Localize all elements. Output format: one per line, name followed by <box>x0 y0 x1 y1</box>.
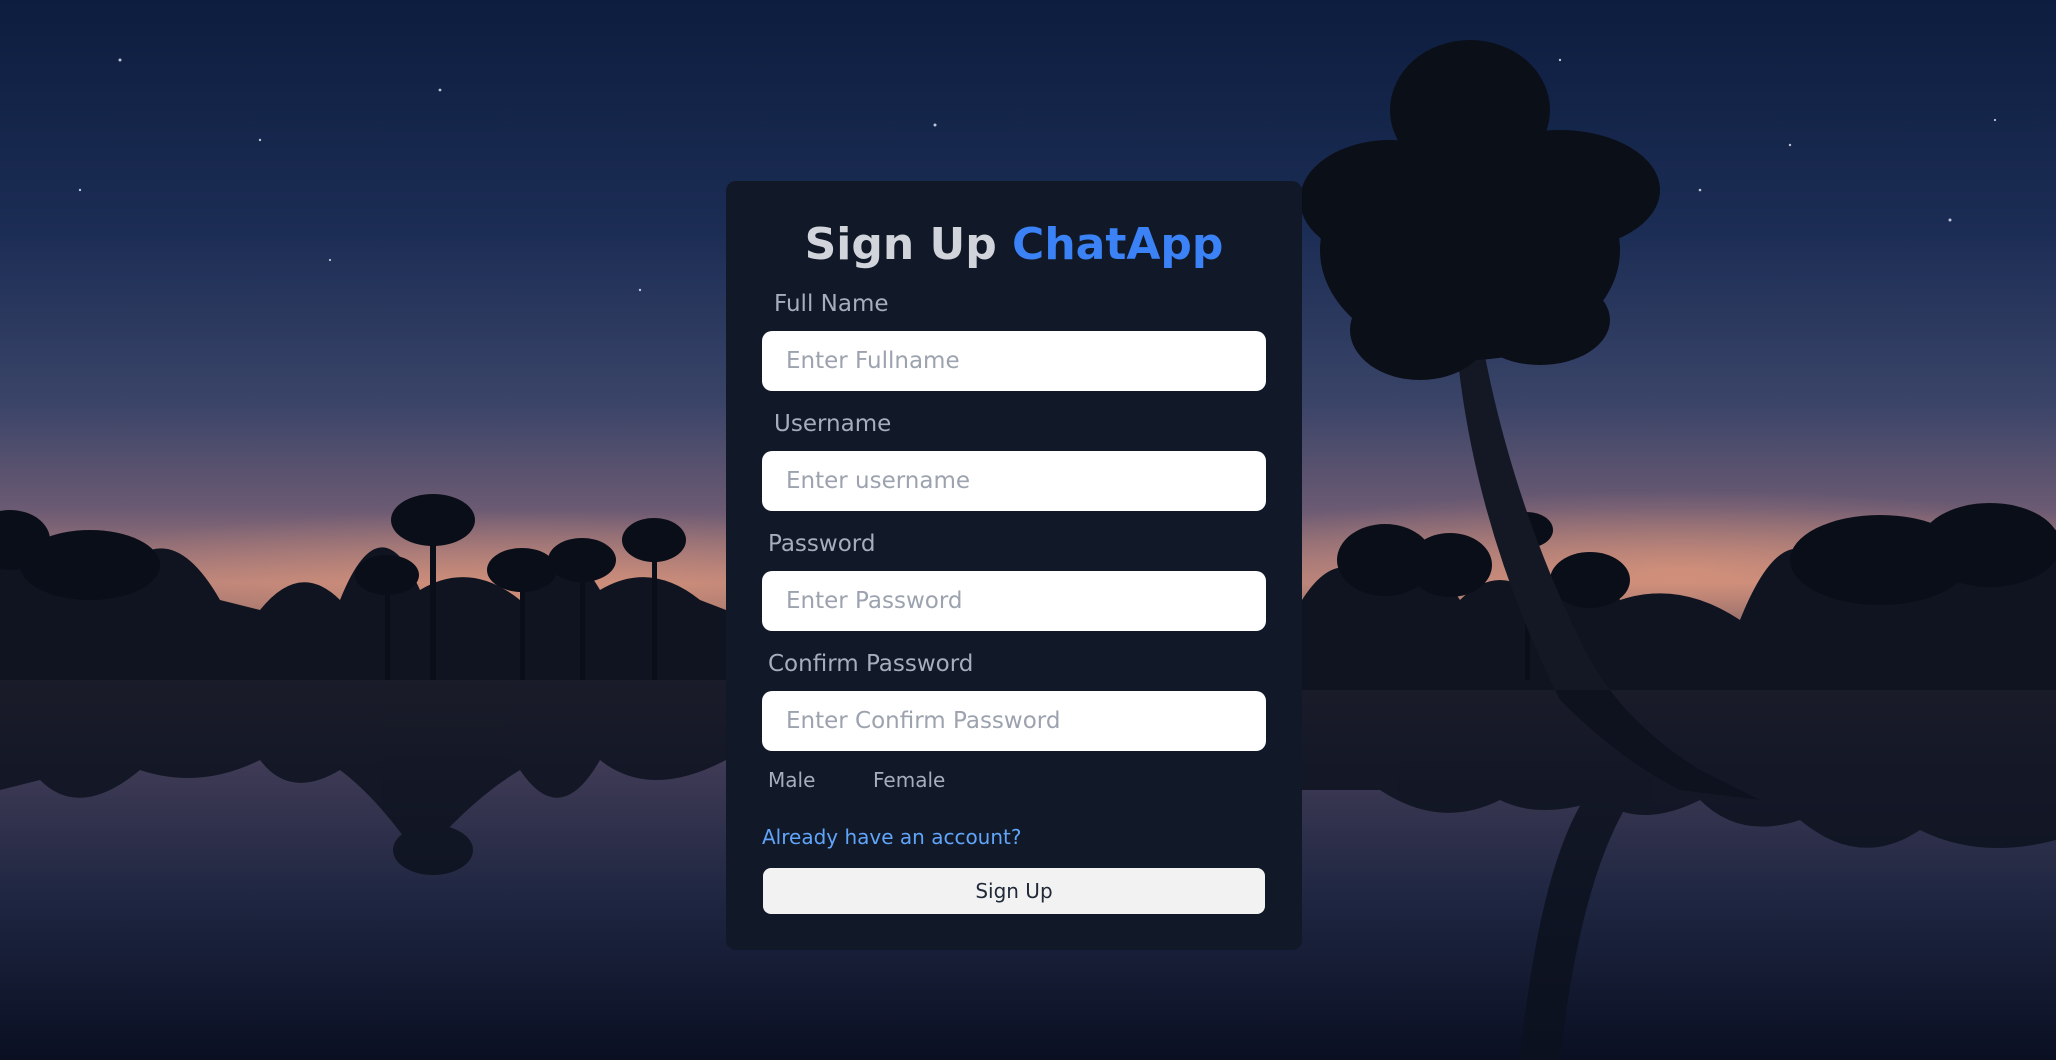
confirm-password-input[interactable] <box>762 691 1266 751</box>
gender-option-female[interactable]: Female <box>873 770 945 790</box>
signup-button[interactable]: Sign Up <box>763 868 1265 914</box>
page-title: Sign Up ChatApp <box>726 219 1302 272</box>
signup-card: Sign Up ChatApp Full Name Username Passw… <box>726 181 1302 950</box>
username-label: Username <box>774 411 892 437</box>
username-input[interactable] <box>762 451 1266 511</box>
fullname-label: Full Name <box>774 291 889 317</box>
password-label: Password <box>768 531 876 557</box>
gender-option-male[interactable]: Male <box>768 770 815 790</box>
title-brand: ChatApp <box>1012 219 1224 270</box>
password-input[interactable] <box>762 571 1266 631</box>
gender-label-female: Female <box>873 768 946 792</box>
gender-label-male: Male <box>768 768 816 792</box>
confirm-password-label: Confirm Password <box>768 651 974 677</box>
login-link[interactable]: Already have an account? <box>762 827 1021 847</box>
title-main: Sign Up <box>804 219 997 270</box>
fullname-input[interactable] <box>762 331 1266 391</box>
